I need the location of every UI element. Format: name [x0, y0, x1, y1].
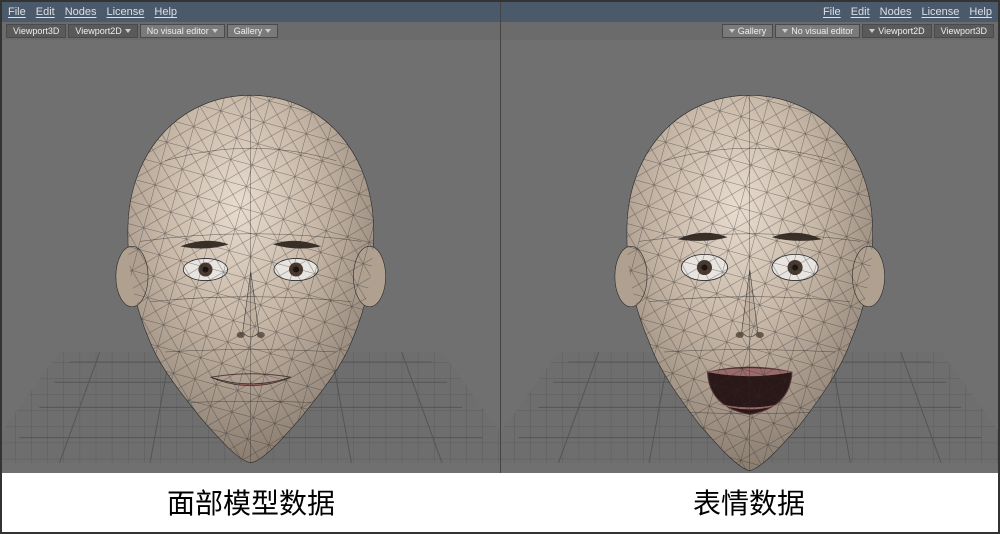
viewport-left[interactable] — [2, 40, 500, 473]
menu-help[interactable]: Help — [969, 6, 992, 18]
no-visual-label: No visual editor — [147, 26, 209, 36]
chevron-down-icon — [212, 29, 218, 33]
chevron-down-icon — [782, 29, 788, 33]
caption-right: 表情数据 — [500, 473, 998, 532]
viewport3d-label: Viewport3D — [13, 26, 59, 36]
caption-left: 面部模型数据 — [2, 473, 500, 532]
menu-license[interactable]: License — [107, 6, 145, 18]
menu-nodes[interactable]: Nodes — [65, 6, 97, 18]
gallery-button[interactable]: Gallery — [227, 24, 279, 38]
viewport3d-button[interactable]: Viewport3D — [6, 24, 66, 38]
menu-help[interactable]: Help — [154, 6, 177, 18]
menu-file[interactable]: File — [8, 6, 26, 18]
menu-file[interactable]: File — [823, 6, 841, 18]
chevron-down-icon — [125, 29, 131, 33]
gallery-label: Gallery — [738, 26, 767, 36]
right-pane: File Edit Nodes License Help Gallery No … — [501, 2, 999, 473]
menubar-left: File Edit Nodes License Help — [2, 2, 500, 22]
chevron-down-icon — [869, 29, 875, 33]
chevron-down-icon — [729, 29, 735, 33]
menubar-right: File Edit Nodes License Help — [501, 2, 999, 22]
viewport2d-label: Viewport2D — [75, 26, 121, 36]
no-visual-editor-button[interactable]: No visual editor — [140, 24, 225, 38]
viewport-right[interactable] — [501, 40, 999, 473]
viewport2d-button[interactable]: Viewport2D — [862, 24, 931, 38]
menu-nodes[interactable]: Nodes — [880, 6, 912, 18]
gallery-button[interactable]: Gallery — [722, 24, 774, 38]
left-pane: File Edit Nodes License Help Viewport3D … — [2, 2, 501, 473]
viewport2d-label: Viewport2D — [878, 26, 924, 36]
toolbar-right: Gallery No visual editor Viewport2D View… — [501, 22, 999, 40]
captions-row: 面部模型数据 表情数据 — [2, 473, 998, 532]
menu-edit[interactable]: Edit — [851, 6, 870, 18]
viewport3d-label: Viewport3D — [941, 26, 987, 36]
no-visual-editor-button[interactable]: No visual editor — [775, 24, 860, 38]
no-visual-label: No visual editor — [791, 26, 853, 36]
viewport2d-button[interactable]: Viewport2D — [68, 24, 137, 38]
toolbar-left: Viewport3D Viewport2D No visual editor G… — [2, 22, 500, 40]
menu-edit[interactable]: Edit — [36, 6, 55, 18]
menu-license[interactable]: License — [921, 6, 959, 18]
gallery-label: Gallery — [234, 26, 263, 36]
viewport3d-button[interactable]: Viewport3D — [934, 24, 994, 38]
chevron-down-icon — [265, 29, 271, 33]
